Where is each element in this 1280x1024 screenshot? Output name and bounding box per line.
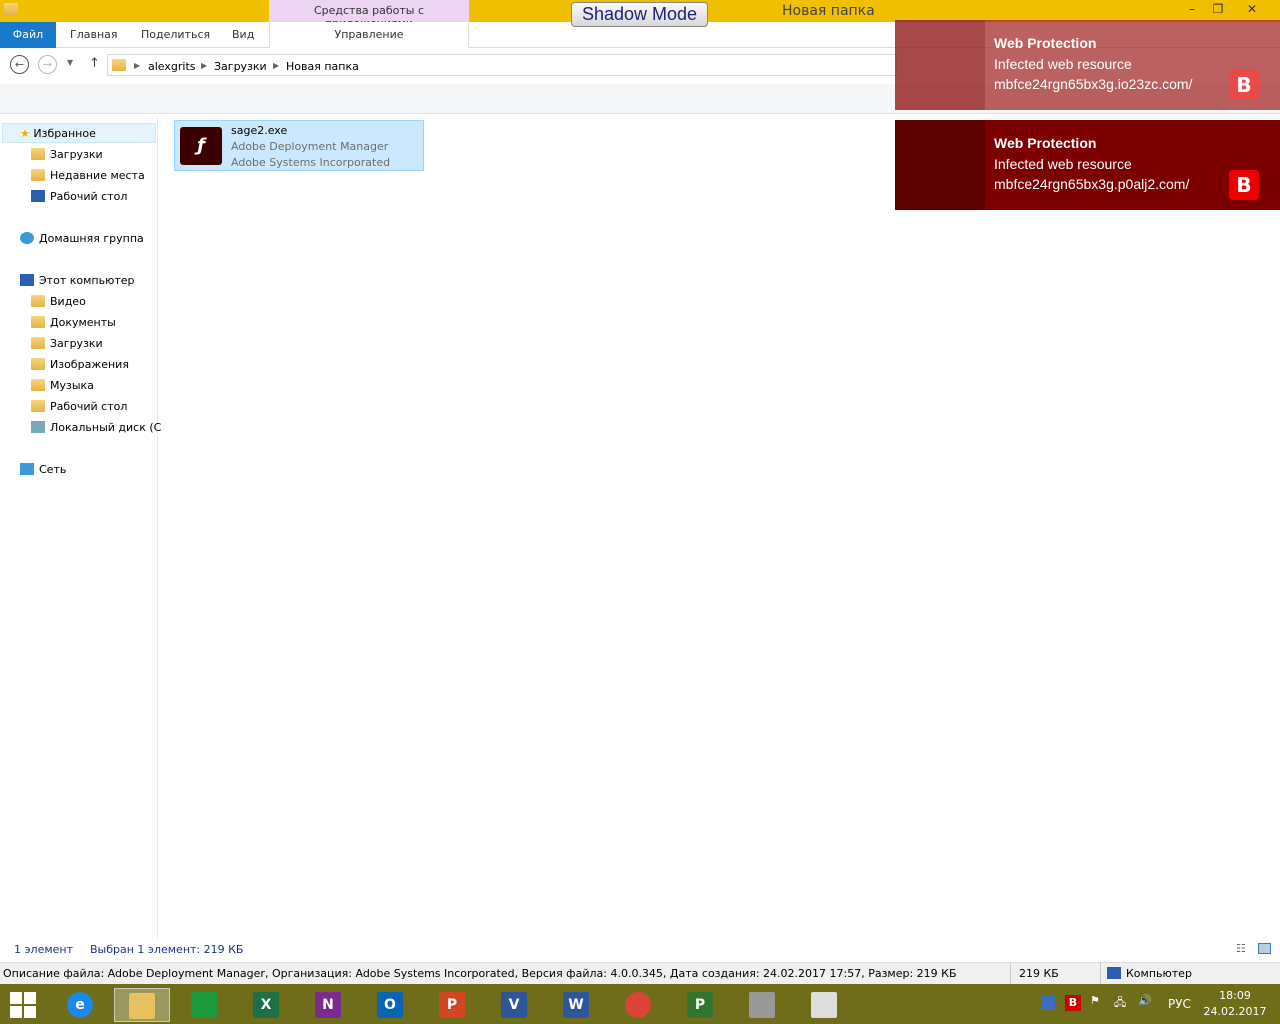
address-bar[interactable]: ▶ alexgrits ▶ Загрузки ▶ Новая папка: [107, 54, 897, 76]
crumb-current[interactable]: Новая папка: [286, 60, 359, 73]
tray-network-icon[interactable]: 🖧: [1114, 994, 1126, 1013]
onenote-icon: N: [315, 992, 341, 1018]
file-size: 219 КБ: [1010, 963, 1059, 985]
clock[interactable]: 18:09 24.02.2017: [1200, 989, 1270, 1018]
ie-icon: e: [67, 992, 93, 1018]
close-button[interactable]: ✕: [1240, 2, 1264, 16]
nav-item[interactable]: Рабочий стол: [31, 400, 127, 413]
navigation-pane: ★ Избранное Загрузки Недавние места Рабо…: [0, 118, 161, 938]
bitdefender-logo-icon: B: [1229, 70, 1259, 100]
explorer-icon: [129, 993, 155, 1019]
web-protection-toast[interactable]: Web Protection Infected web resource mbf…: [895, 20, 1280, 110]
nav-favorites[interactable]: ★ Избранное: [2, 123, 156, 143]
folder-icon: [112, 59, 126, 71]
file-description: Adobe Deployment Manager: [231, 140, 389, 153]
tab-manage[interactable]: Управление: [269, 22, 469, 48]
tab-view[interactable]: Вид: [232, 22, 254, 48]
toast-title: Web Protection: [994, 35, 1097, 51]
computer-icon: [1107, 967, 1121, 979]
star-icon: ★: [20, 127, 30, 140]
taskbar-visio-button[interactable]: V: [486, 988, 542, 1022]
selection-info: Выбран 1 элемент: 219 КБ: [90, 943, 244, 956]
nav-item[interactable]: Документы: [31, 316, 116, 329]
tray-network-agent-icon[interactable]: [1041, 996, 1055, 1010]
nav-homegroup[interactable]: Домашняя группа: [20, 232, 144, 245]
nav-item[interactable]: Музыка: [31, 379, 94, 392]
taskbar-ie-button[interactable]: e: [52, 988, 108, 1022]
start-button[interactable]: [10, 992, 36, 1018]
nav-computer[interactable]: Этот компьютер: [20, 274, 135, 287]
taskbar-outlook-button[interactable]: O: [362, 988, 418, 1022]
nav-item[interactable]: Изображения: [31, 358, 129, 371]
crumb-user[interactable]: alexgrits: [148, 60, 196, 73]
taskbar-excel-button[interactable]: X: [238, 988, 294, 1022]
taskbar-project-button[interactable]: P: [672, 988, 728, 1022]
large-icons-view-icon[interactable]: [1258, 943, 1271, 954]
window-title: Новая папка: [782, 3, 875, 19]
tray-bitdefender-icon[interactable]: B: [1065, 995, 1081, 1011]
chrome-icon: [625, 992, 651, 1018]
word-icon: W: [563, 992, 589, 1018]
maximize-button[interactable]: ❐: [1206, 2, 1230, 16]
nav-item[interactable]: Загрузки: [31, 148, 103, 161]
taskbar-paint-button[interactable]: [796, 988, 852, 1022]
project-icon: P: [687, 992, 713, 1018]
nav-item[interactable]: Локальный диск (C: [31, 421, 161, 434]
tab-file[interactable]: Файл: [0, 22, 56, 48]
file-company: Adobe Systems Incorporated: [231, 156, 391, 169]
toast-message: Infected web resource: [994, 156, 1132, 172]
back-button[interactable]: ←: [10, 55, 29, 74]
taskbar-chrome-button[interactable]: [610, 988, 666, 1022]
taskbar-wall-button[interactable]: [734, 988, 790, 1022]
nav-item[interactable]: Видео: [31, 295, 86, 308]
file-name: sage2.exe: [231, 124, 288, 137]
status-bar: 1 элемент Выбран 1 элемент: 219 КБ ☷: [0, 940, 1280, 960]
details-view-icon[interactable]: ☷: [1236, 942, 1246, 955]
web-protection-toast[interactable]: Web Protection Infected web resource mbf…: [895, 120, 1280, 210]
toast-url: mbfce24rgn65bx3g.p0alj2.com/: [994, 176, 1190, 192]
taskbar-store-button[interactable]: [176, 988, 232, 1022]
excel-icon: X: [253, 992, 279, 1018]
taskbar-onenote-button[interactable]: N: [300, 988, 356, 1022]
forward-button[interactable]: →: [38, 55, 57, 74]
bitdefender-logo-icon: B: [1229, 170, 1259, 200]
file-details: Описание файла: Adobe Deployment Manager…: [3, 967, 957, 980]
crumb-downloads[interactable]: Загрузки: [214, 60, 267, 73]
tab-home[interactable]: Главная: [70, 22, 118, 48]
visio-icon: V: [501, 992, 527, 1018]
store-icon: [191, 992, 217, 1018]
location: Компьютер: [1100, 963, 1192, 985]
taskbar-explorer-button[interactable]: [114, 988, 170, 1022]
file-item[interactable]: ƒ sage2.exe Adobe Deployment Manager Ado…: [174, 120, 424, 171]
tray-flag-icon[interactable]: ⚑: [1090, 994, 1100, 1007]
taskbar: e X N O P V W P B ⚑ 🖧 🔊 РУС 18:09 24.02.2017: [0, 984, 1280, 1024]
tray-volume-icon[interactable]: 🔊: [1138, 994, 1152, 1007]
nav-item[interactable]: Загрузки: [31, 337, 103, 350]
tab-share[interactable]: Поделиться: [141, 22, 210, 48]
item-count: 1 элемент: [14, 943, 73, 956]
toast-url: mbfce24rgn65bx3g.io23zc.com/: [994, 76, 1193, 92]
taskbar-word-button[interactable]: W: [548, 988, 604, 1022]
details-bar: Описание файла: Adobe Deployment Manager…: [0, 962, 1280, 985]
toast-title: Web Protection: [994, 135, 1097, 151]
quick-access-icon[interactable]: [4, 3, 23, 16]
language-indicator[interactable]: РУС: [1168, 997, 1191, 1011]
nav-network[interactable]: Сеть: [20, 463, 66, 476]
minimize-button[interactable]: –: [1180, 2, 1204, 16]
flash-icon: ƒ: [180, 127, 222, 165]
wall-icon: [749, 992, 775, 1018]
up-button[interactable]: ↑: [89, 56, 100, 71]
nav-item[interactable]: Рабочий стол: [31, 190, 127, 203]
toast-message: Infected web resource: [994, 56, 1132, 72]
taskbar-powerpoint-button[interactable]: P: [424, 988, 480, 1022]
outlook-icon: O: [377, 992, 403, 1018]
paint-icon: [811, 992, 837, 1018]
nav-item[interactable]: Недавние места: [31, 169, 145, 182]
powerpoint-icon: P: [439, 992, 465, 1018]
recent-dropdown[interactable]: ▼: [67, 58, 73, 67]
